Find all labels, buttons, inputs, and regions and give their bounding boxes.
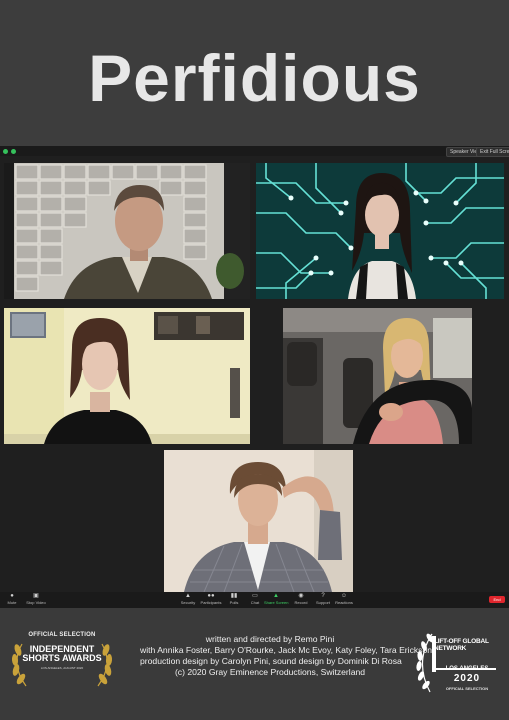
lift-off-city: LOS ANGELES <box>445 666 489 672</box>
lift-off-selection: OFFICIAL SELECTION <box>445 686 489 691</box>
credits-line-design: production design by Carolyn Pini, sound… <box>140 656 402 666</box>
independent-shorts-awards-badge: OFFICIAL SELECTION INDEPENDENT SHORTS AW… <box>8 628 116 692</box>
award-name: INDEPENDENT SHORTS AWARDS <box>22 644 102 663</box>
shield-icon: ▲ <box>185 593 191 599</box>
record-icon: ◉ <box>298 593 304 599</box>
window-status-dot-icon <box>3 149 8 154</box>
participant-video-tile[interactable] <box>4 163 250 299</box>
security-button[interactable]: ▲ Security <box>176 593 200 605</box>
meeting-controls-bar: ● Mute ▣ Stop Video ▲ Security ●● Partic… <box>0 592 509 608</box>
participants-button[interactable]: ●● Participants <box>199 593 223 605</box>
award-official-selection: OFFICIAL SELECTION <box>28 632 96 638</box>
credits-line-director: written and directed by Remo Pini <box>205 634 335 644</box>
credits-area: OFFICIAL SELECTION INDEPENDENT SHORTS AW… <box>0 608 509 720</box>
mute-button[interactable]: ● Mute <box>0 593 24 605</box>
credits-line-cast: with Annika Foster, Barry O'Rourke, Jack… <box>140 645 433 655</box>
participant-video-tile[interactable] <box>4 308 250 444</box>
reactions-button[interactable]: ☺ Reactions <box>332 593 356 605</box>
microphone-icon: ● <box>10 593 14 599</box>
credits-line-copyright: (c) 2020 Gray Eminence Productions, Swit… <box>174 667 366 677</box>
participant-video-tile[interactable] <box>283 308 472 444</box>
lift-off-year: 2020 <box>453 673 481 684</box>
record-button[interactable]: ◉ Record <box>289 593 313 605</box>
window-topbar: Speaker View Exit Full Screen <box>0 146 509 157</box>
shield-icon <box>11 149 16 154</box>
participant-video-tile[interactable] <box>256 163 504 299</box>
award-subtitle: LOS ANGELES, AUGUST 2020 <box>40 666 84 670</box>
stop-video-button[interactable]: ▣ Stop Video <box>24 593 48 605</box>
smiley-icon: ☺ <box>340 593 348 599</box>
credits-text: written and directed by Remo Pini with A… <box>140 634 433 678</box>
lift-off-badge: LIFT-OFF GLOBAL NETWORK LOS ANGELES 2020… <box>410 628 500 700</box>
lift-off-name: LIFT-OFF GLOBAL NETWORK <box>434 638 489 652</box>
end-meeting-button[interactable]: End <box>489 596 505 603</box>
poster-title: Perfidious <box>88 41 421 115</box>
share-screen-button[interactable]: ▲ Share Screen <box>264 593 288 605</box>
zoom-window: Speaker View Exit Full Screen <box>0 146 509 608</box>
participant-video-tile[interactable] <box>164 450 353 592</box>
exit-fullscreen-button[interactable]: Exit Full Screen <box>476 147 509 157</box>
poster-title-area: Perfidious <box>0 0 509 146</box>
share-arrow-icon: ▲ <box>273 593 279 599</box>
people-icon: ●● <box>207 593 215 599</box>
video-camera-icon: ▣ <box>33 593 39 599</box>
